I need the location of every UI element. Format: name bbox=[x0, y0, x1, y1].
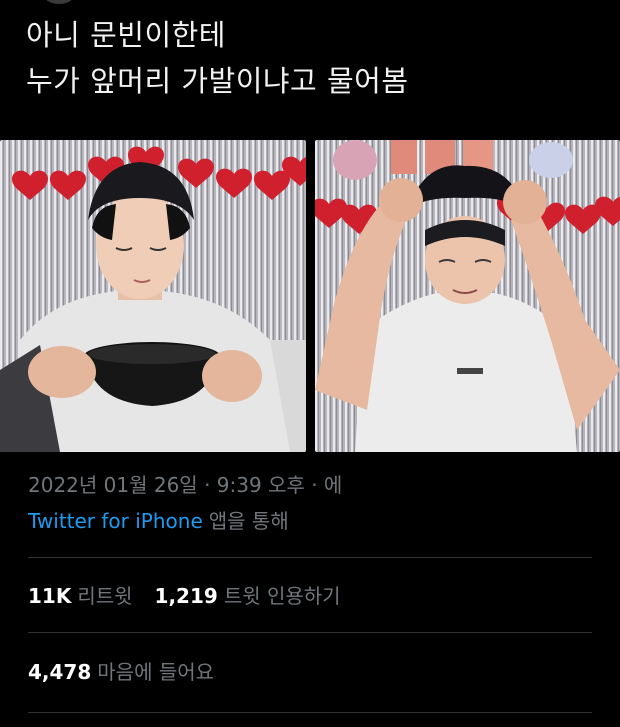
tweet-text: 아니 문빈이한테 누가 앞머리 가발이냐고 물어봄 bbox=[26, 12, 596, 104]
tweet-timestamp[interactable]: 2022년 01월 26일 · 9:39 오후 · 에 bbox=[28, 470, 342, 500]
quotes-count: 1,219 bbox=[154, 584, 218, 608]
likes-label: 마음에 들어요 bbox=[97, 660, 215, 684]
retweets-label: 리트윗 bbox=[77, 584, 133, 608]
source-suffix: 앱을 통해 bbox=[208, 509, 289, 533]
quotes-stat[interactable]: 1,219 트윗 인용하기 bbox=[155, 584, 341, 608]
likes-count: 4,478 bbox=[28, 660, 92, 684]
tweet-text-line-2: 누가 앞머리 가발이냐고 물어봄 bbox=[26, 64, 409, 98]
likes-stat[interactable]: 4,478 마음에 들어요 bbox=[28, 660, 214, 684]
tweet-source: Twitter for iPhone 앱을 통해 bbox=[28, 506, 289, 536]
photo-left-graphic bbox=[0, 140, 306, 452]
divider bbox=[28, 712, 592, 713]
avatar[interactable] bbox=[44, 0, 74, 4]
divider bbox=[28, 557, 592, 558]
tweet-photo-right[interactable] bbox=[315, 140, 620, 452]
like-stats: 4,478 마음에 들어요 bbox=[28, 657, 214, 687]
retweet-stats: 11K 리트윗 1,219 트윗 인용하기 bbox=[28, 581, 341, 611]
retweets-count: 11K bbox=[28, 584, 72, 608]
retweets-stat[interactable]: 11K 리트윗 bbox=[28, 584, 133, 608]
tweet-text-line-1: 아니 문빈이한테 bbox=[26, 18, 226, 52]
quotes-label: 트윗 인용하기 bbox=[223, 584, 341, 608]
tweet-photo-left[interactable] bbox=[0, 140, 306, 452]
divider bbox=[28, 632, 592, 633]
photo-right-graphic bbox=[315, 140, 620, 452]
source-app-link[interactable]: Twitter for iPhone bbox=[28, 509, 203, 533]
